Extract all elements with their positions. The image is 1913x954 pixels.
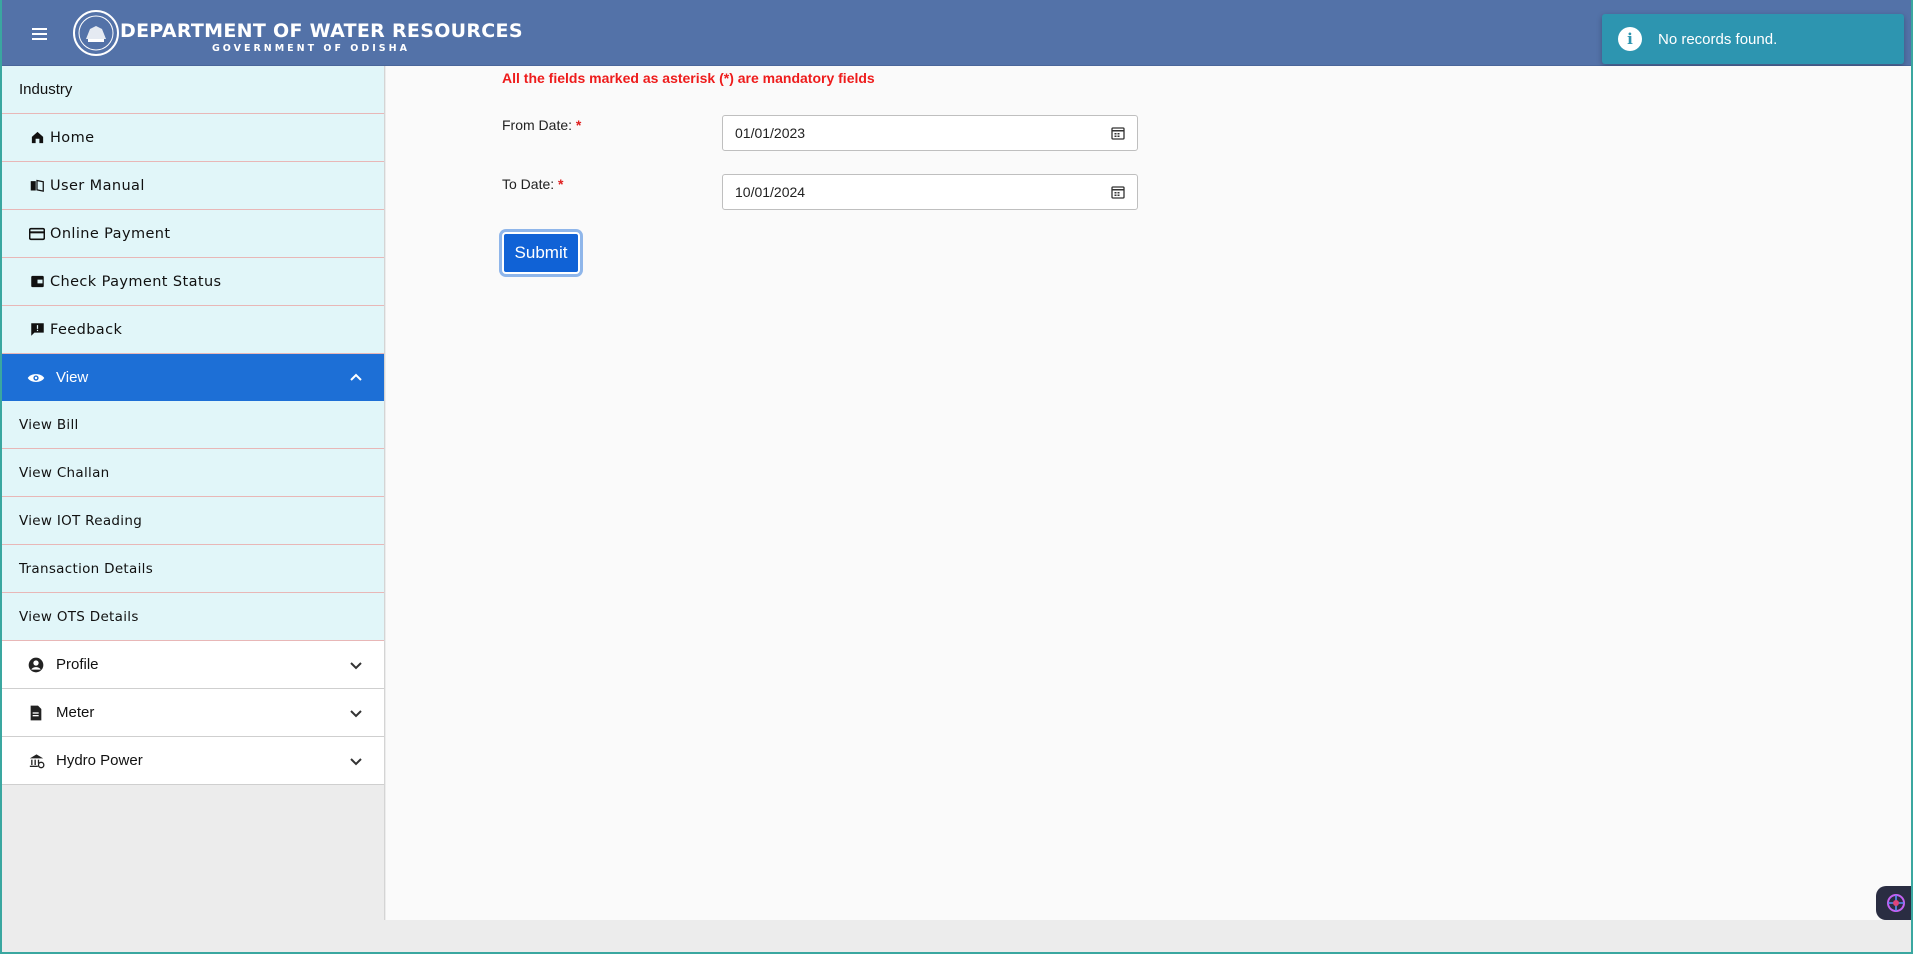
sidebar-section-industry[interactable]: Industry: [2, 66, 384, 114]
from-date-label-text: From Date:: [502, 117, 573, 133]
hamburger-menu-icon[interactable]: [32, 25, 52, 41]
chevron-down-icon: [350, 709, 362, 717]
sidebar-item-label: Feedback: [50, 321, 123, 338]
chevron-down-icon: [350, 757, 362, 765]
app-frame: DEPARTMENT OF WATER RESOURCES GOVERNMENT…: [0, 0, 1913, 954]
sidebar-subitem-label: View IOT Reading: [19, 512, 143, 529]
to-date-input[interactable]: 10/01/2024: [722, 174, 1138, 210]
toast-message: No records found.: [1658, 30, 1778, 48]
brand-title: DEPARTMENT OF WATER RESOURCES: [120, 20, 523, 42]
sidebar-group-label: Hydro Power: [56, 752, 143, 769]
book-icon: [28, 177, 46, 195]
sidebar: Industry Home User Manual Online Payment: [2, 66, 385, 920]
sidebar-item-label: User Manual: [50, 177, 145, 194]
main-content: All the fields marked as asterisk (*) ar…: [386, 66, 1911, 920]
sidebar-group-meter[interactable]: Meter: [2, 689, 384, 737]
sidebar-subitem-label: Transaction Details: [19, 560, 154, 577]
bottom-strip: [2, 920, 1911, 952]
document-icon: [26, 703, 46, 723]
sidebar-subitem-view-ots-details[interactable]: View OTS Details: [2, 593, 384, 641]
info-icon: i: [1618, 27, 1642, 51]
sidebar-item-user-manual[interactable]: User Manual: [2, 162, 384, 210]
assistant-icon: [1887, 894, 1905, 912]
to-date-label: To Date: *: [502, 176, 563, 192]
bank-icon: [26, 751, 46, 771]
sidebar-subitem-label: View Challan: [19, 464, 110, 481]
sidebar-group-label: Profile: [56, 656, 99, 673]
calendar-icon[interactable]: [1111, 185, 1125, 199]
state-emblem-icon: [73, 10, 119, 56]
sidebar-group-label: Meter: [56, 704, 95, 721]
sidebar-group-view[interactable]: View: [2, 354, 384, 401]
sidebar-item-label: Home: [50, 129, 95, 146]
sidebar-item-label: Online Payment: [50, 225, 171, 242]
chevron-down-icon: [350, 661, 362, 669]
sidebar-item-online-payment[interactable]: Online Payment: [2, 210, 384, 258]
to-date-label-text: To Date:: [502, 176, 555, 192]
credit-card-icon: [28, 225, 46, 243]
required-asterisk: *: [558, 176, 564, 192]
sidebar-item-home[interactable]: Home: [2, 114, 384, 162]
from-date-label: From Date: *: [502, 117, 581, 133]
user-circle-icon: [26, 655, 46, 675]
sidebar-group-hydro-power[interactable]: Hydro Power: [2, 737, 384, 785]
home-icon: [28, 129, 46, 147]
sidebar-item-check-payment-status[interactable]: Check Payment Status: [2, 258, 384, 306]
toast-notification[interactable]: i No records found.: [1602, 14, 1904, 64]
sidebar-subitem-label: View OTS Details: [19, 608, 139, 625]
from-date-input[interactable]: 01/01/2023: [722, 115, 1138, 151]
mandatory-note: All the fields marked as asterisk (*) ar…: [502, 70, 875, 86]
sidebar-group-label: View: [56, 369, 89, 386]
sidebar-subitem-label: View Bill: [19, 416, 79, 433]
submit-button[interactable]: Submit: [502, 232, 580, 274]
wallet-icon: [28, 273, 46, 291]
sidebar-item-label: Check Payment Status: [50, 273, 222, 290]
sidebar-subitem-view-bill[interactable]: View Bill: [2, 401, 384, 449]
floating-assistant-button[interactable]: [1876, 886, 1911, 920]
sidebar-subitem-view-challan[interactable]: View Challan: [2, 449, 384, 497]
eye-icon: [26, 368, 46, 388]
chevron-up-icon: [350, 373, 362, 381]
from-date-value: 01/01/2023: [735, 125, 806, 141]
calendar-icon[interactable]: [1111, 126, 1125, 140]
feedback-icon: [28, 321, 46, 339]
sidebar-group-profile[interactable]: Profile: [2, 641, 384, 689]
sidebar-section-label: Industry: [19, 81, 73, 98]
brand-subtitle: GOVERNMENT OF ODISHA: [212, 43, 410, 54]
to-date-value: 10/01/2024: [735, 184, 806, 200]
sidebar-subitem-view-iot-reading[interactable]: View IOT Reading: [2, 497, 384, 545]
required-asterisk: *: [575, 117, 582, 133]
sidebar-subitem-transaction-details[interactable]: Transaction Details: [2, 545, 384, 593]
sidebar-item-feedback[interactable]: Feedback: [2, 306, 384, 354]
